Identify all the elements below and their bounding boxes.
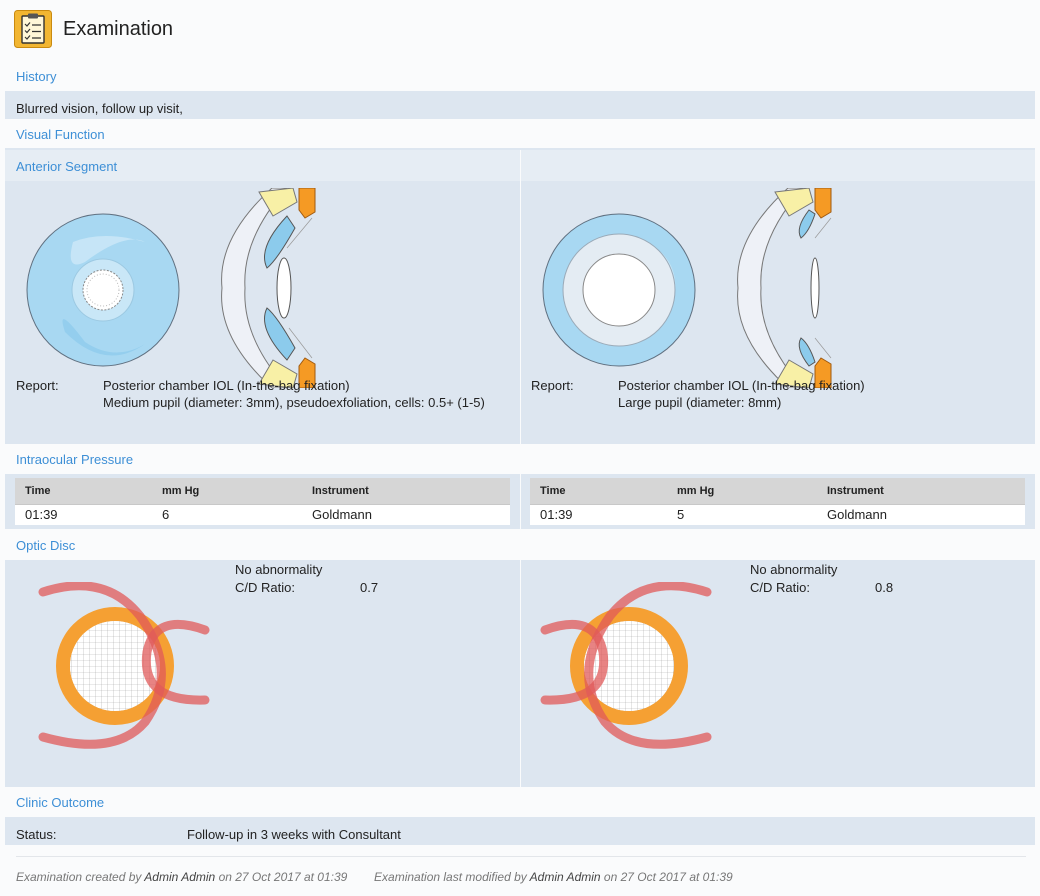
report-line: Posterior chamber IOL (In-the-bag fixati… [103,378,350,393]
optic-disc-finding-left: No abnormality [750,562,838,577]
anterior-side-view-right [221,188,316,388]
cd-ratio-label-left: C/D Ratio: [750,580,810,595]
cd-ratio-label-right: C/D Ratio: [235,580,295,595]
table-row: 01:39 6 Goldmann [15,503,510,525]
anterior-report-left: Report: Posterior chamber IOL (In-the-ba… [531,377,865,411]
anterior-front-view-right [26,213,180,367]
history-text: Blurred vision, follow up visit, [16,101,183,116]
clinic-outcome-title: Clinic Outcome [16,795,105,810]
iop-instrument: Goldmann [302,503,510,525]
iop-header-instrument: Instrument [302,478,510,504]
optic-disc-drawing-right [38,582,210,749]
anterior-report-right: Report: Posterior chamber IOL (In-the-ba… [16,377,485,411]
created-by: Admin Admin [144,870,216,884]
modified-by: Admin Admin [529,870,601,884]
page-title: Examination [63,17,174,40]
iop-header-mmhg: mm Hg [152,478,302,504]
optic-disc-band: No abnormality C/D Ratio: 0.7 No abnorma… [5,560,1035,787]
anterior-segment-panel: Report: Posterior chamber IOL (In-the-ba… [5,150,1035,444]
iop-header-instrument: Instrument [817,478,1025,504]
status-value: Follow-up in 3 weeks with Consultant [187,827,401,842]
report-line: Posterior chamber IOL (In-the-bag fixati… [618,378,865,393]
iop-header-time: Time [15,478,152,504]
iop-mmhg: 6 [152,503,302,525]
iop-table-right: Time mm Hg Instrument 01:39 6 Goldmann [15,478,510,525]
created-on: on 27 Oct 2017 at 01:39 [218,870,348,884]
anterior-segment-title: Anterior Segment [16,159,118,174]
clipboard-icon [14,10,52,48]
created-prefix: Examination created by [16,870,142,884]
report-label: Report: [16,378,59,393]
cd-ratio-value-right: 0.7 [360,580,379,595]
anterior-side-view-left [737,188,832,388]
iop-header-mmhg: mm Hg [667,478,817,504]
iop-time: 01:39 [530,503,667,525]
optic-disc-finding-right: No abnormality [235,562,323,577]
report-line: Large pupil (diameter: 8mm) [618,395,782,410]
anterior-left-eye: Report: Posterior chamber IOL (In-the-ba… [521,150,1036,444]
modified-prefix: Examination last modified by [374,870,527,884]
anterior-front-view-left [542,213,696,367]
history-title: History [16,69,57,84]
iop-title: Intraocular Pressure [16,452,134,467]
table-row: 01:39 5 Goldmann [530,503,1025,525]
optic-disc-title: Optic Disc [16,538,76,553]
clinic-outcome-status: Status: Follow-up in 3 weeks with Consul… [16,827,401,842]
header: Examination [14,10,173,48]
iop-table-left: Time mm Hg Instrument 01:39 5 Goldmann [530,478,1025,525]
footer-divider [16,856,1026,857]
footer: Examination created by Admin Admin on 27… [16,870,733,884]
iop-band: Time mm Hg Instrument 01:39 6 Goldmann T… [5,474,1035,529]
iop-instrument: Goldmann [817,503,1025,525]
anterior-right-eye: Report: Posterior chamber IOL (In-the-ba… [5,150,520,444]
optic-disc-drawing-left [540,582,712,749]
iop-mmhg: 5 [667,503,817,525]
iop-header-time: Time [530,478,667,504]
status-label: Status: [16,827,57,842]
iop-time: 01:39 [15,503,152,525]
modified-on: on 27 Oct 2017 at 01:39 [603,870,733,884]
report-line: Medium pupil (diameter: 3mm), pseudoexfo… [103,395,485,410]
visual-function-title: Visual Function [16,127,105,142]
report-label: Report: [531,378,574,393]
cd-ratio-value-left: 0.8 [875,580,894,595]
